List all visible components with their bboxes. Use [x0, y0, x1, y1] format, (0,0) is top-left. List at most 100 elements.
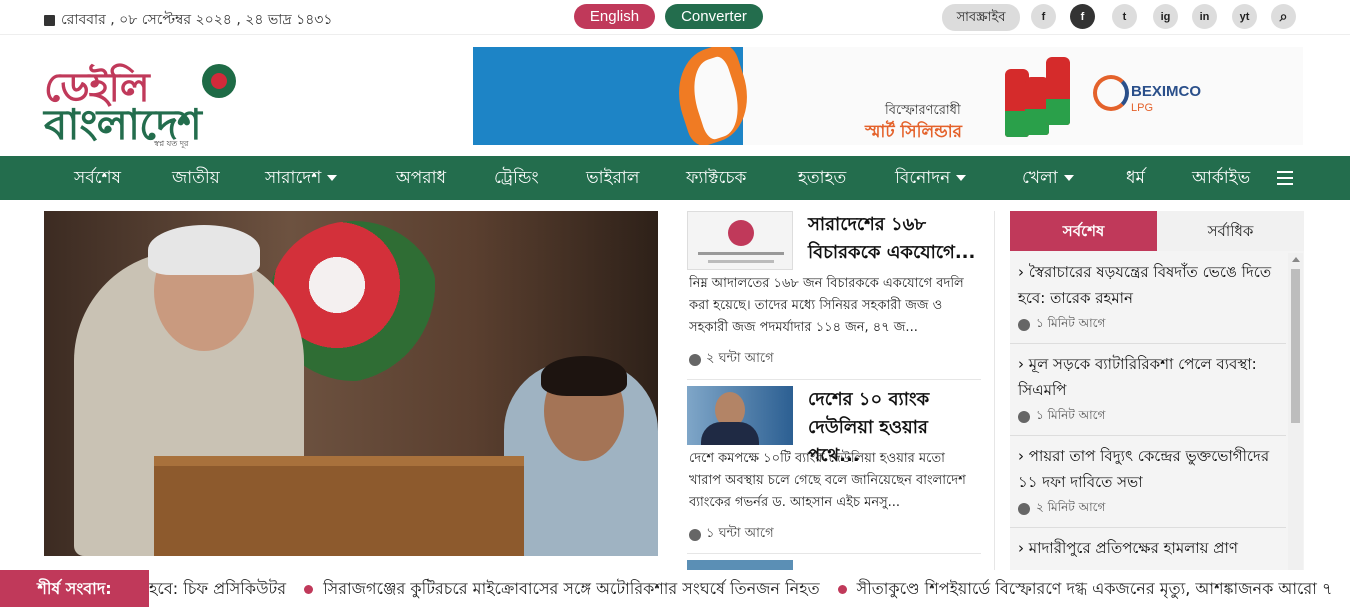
- person-body: [701, 422, 759, 445]
- subscribe-button[interactable]: সাবস্ক্রাইব: [942, 4, 1020, 31]
- headline-ticker: হবে: চিফ প্রসিকিউটর সিরাজগঞ্জের কুটিরচরে …: [0, 570, 1350, 607]
- nav-item-sports[interactable]: খেলা: [1022, 156, 1074, 200]
- nav-label: হতাহত: [798, 168, 847, 188]
- calendar-icon: [44, 14, 55, 26]
- ticker-label: শীর্ষ সংবাদ:: [0, 570, 149, 607]
- ad-brand: BEXIMCO: [1131, 83, 1202, 100]
- speaker-hair: [148, 225, 260, 275]
- ticker-track: হবে: চিফ প্রসিকিউটর সিরাজগঞ্জের কুটিরচরে …: [149, 570, 1332, 607]
- list-item-time: ১ মিনিট আগে: [1018, 407, 1105, 427]
- ad-brand-sub: LPG: [1131, 102, 1154, 114]
- list-item-time: ১ মিনিট আগে: [1018, 315, 1105, 335]
- divider: [687, 379, 981, 380]
- student-hair: [541, 356, 627, 396]
- nav-item-latest[interactable]: সর্বশেষ: [74, 156, 121, 200]
- thumb-line: [708, 260, 774, 263]
- bullet-icon: [837, 584, 847, 594]
- news-time: ১ ঘন্টা আগে: [689, 524, 774, 545]
- nav-item-national[interactable]: জাতীয়: [172, 156, 220, 200]
- clock-icon: [689, 528, 701, 541]
- chevron-down-icon: [956, 175, 967, 181]
- news-thumbnail[interactable]: [687, 211, 793, 270]
- youtube-icon[interactable]: yt: [1232, 4, 1257, 29]
- news-title[interactable]: সারাদেশের ১৬৮ বিচারককে একযোগে...: [808, 211, 983, 267]
- clock-icon: [1018, 411, 1030, 423]
- nav-label: ফ্যাক্টচেক: [686, 168, 747, 188]
- ticker-item[interactable]: হবে: চিফ প্রসিকিউটর: [149, 579, 286, 598]
- chevron-down-icon: [327, 175, 338, 181]
- facebook-icon[interactable]: f: [1070, 4, 1095, 29]
- nav-label: ধর্ম: [1126, 168, 1145, 188]
- column-divider: [994, 211, 995, 607]
- news-excerpt: নিম্ন আদালতের ১৬৮ জন বিচারককে একযোগে বদল…: [689, 276, 964, 335]
- sidebar-tabs: সর্বশেষ সর্বাধিক: [1010, 211, 1304, 251]
- title-text: স্বৈরাচারের ষড়যন্ত্রের বিষদাঁত ভেঙে দিত…: [1018, 263, 1272, 307]
- clock-icon: [1018, 319, 1030, 331]
- time-text: ১ মিনিট আগে: [1036, 316, 1106, 330]
- nav-label: ভাইরাল: [586, 168, 640, 188]
- news-excerpt: দেশে কমপক্ষে ১০টি ব্যাংক দেউলিয়া হওয়ার…: [689, 451, 966, 510]
- sidebar-list: › স্বৈরাচারের ষড়যন্ত্রের বিষদাঁত ভেঙে দ…: [1010, 251, 1304, 607]
- nav-item-crime[interactable]: অপরাধ: [396, 156, 446, 200]
- tab-latest[interactable]: সর্বশেষ: [1010, 211, 1157, 251]
- divider: [1010, 435, 1286, 436]
- nav-item-entertainment[interactable]: বিনোদন: [895, 156, 967, 200]
- beximco-logo-icon: [1093, 75, 1129, 111]
- top-bar: রোববার , ০৮ সেপ্টেম্বর ২০২৪ , ২৪ ভাদ্র ১…: [0, 0, 1350, 35]
- list-item-title[interactable]: › পায়রা তাপ বিদ্যুৎ কেন্দ্রের ভুক্তভোগী…: [1018, 443, 1278, 495]
- logo-text-line2: বাংলাদেশ: [44, 100, 202, 149]
- ticker-item[interactable]: সীতাকুণ্ডে শিপইয়ার্ডে বিস্ফোরণে দগ্ধ এক…: [857, 579, 1333, 598]
- nav-item-trending[interactable]: ট্রেন্ডিং: [494, 156, 539, 200]
- clock-icon: [1018, 503, 1030, 515]
- list-item-time: ২ মিনিট আগে: [1018, 499, 1105, 519]
- time-text: ২ ঘন্টা আগে: [706, 351, 774, 366]
- nav-label: আর্কাইভ: [1192, 168, 1251, 188]
- menu-icon[interactable]: [1277, 171, 1293, 185]
- time-text: ২ মিনিট আগে: [1036, 500, 1106, 514]
- news-time: ২ ঘন্টা আগে: [689, 349, 774, 370]
- linkedin-icon[interactable]: in: [1192, 4, 1217, 29]
- divider: [1010, 343, 1286, 344]
- nav-item-religion[interactable]: ধর্ম: [1126, 156, 1145, 200]
- list-item-title[interactable]: › মূল সড়কে ব্যাটারিরিকশা পেলে ব্যবস্থা:…: [1018, 351, 1278, 403]
- date-display: রোববার , ০৮ সেপ্টেম্বর ২০২৪ , ২৪ ভাদ্র ১…: [44, 8, 332, 32]
- hero-image[interactable]: [44, 211, 658, 556]
- site-logo[interactable]: ডেইলি বাংলাদেশ স্বপ্ন যত দূর: [44, 56, 294, 149]
- main-nav: সর্বশেষ জাতীয় সারাদেশ অপরাধ ট্রেন্ডিং ভ…: [0, 156, 1350, 200]
- nav-label: বিনোদন: [895, 168, 951, 188]
- time-text: ১ ঘন্টা আগে: [706, 526, 774, 541]
- instagram-icon[interactable]: ig: [1153, 4, 1178, 29]
- ad-banner[interactable]: বিস্ফোরণরোধী স্মার্ট সিলিন্ডার BEXIMCO L…: [473, 47, 1303, 145]
- news-thumbnail[interactable]: [687, 386, 793, 445]
- ticker-item[interactable]: সিরাজগঞ্জের কুটিরচরে মাইক্রোবাসের সঙ্গে …: [323, 579, 820, 598]
- nav-label: ট্রেন্ডিং: [494, 168, 539, 188]
- facebook-icon[interactable]: f: [1031, 4, 1056, 29]
- tab-most-read[interactable]: সর্বাধিক: [1157, 211, 1304, 251]
- sidebar-scrollbar[interactable]: [1288, 253, 1303, 607]
- nav-item-factcheck[interactable]: ফ্যাক্টচেক: [686, 156, 746, 200]
- nav-label: অপরাধ: [396, 168, 447, 188]
- converter-button[interactable]: Converter: [665, 4, 763, 29]
- english-button[interactable]: English: [574, 4, 655, 29]
- emblem-icon: [728, 220, 754, 246]
- title-text: মাদারীপুরে প্রতিপক্ষের হামলায় প্রাণ: [1028, 539, 1238, 557]
- divider: [1010, 527, 1286, 528]
- scrollbar-thumb[interactable]: [1291, 269, 1300, 423]
- chevron-down-icon: [1063, 175, 1074, 181]
- cylinder-image: [1046, 57, 1070, 125]
- time-text: ১ মিনিট আগে: [1036, 408, 1106, 422]
- nav-item-country[interactable]: সারাদেশ: [265, 156, 338, 200]
- nav-label: খেলা: [1022, 168, 1058, 188]
- search-icon[interactable]: ⌕: [1271, 4, 1296, 29]
- nav-label: জাতীয়: [172, 168, 220, 188]
- nav-item-archive[interactable]: আর্কাইভ: [1192, 156, 1250, 200]
- nav-item-viral[interactable]: ভাইরাল: [586, 156, 639, 200]
- list-item-title[interactable]: › স্বৈরাচারের ষড়যন্ত্রের বিষদাঁত ভেঙে দ…: [1018, 259, 1278, 311]
- nav-item-casualty[interactable]: হতাহত: [798, 156, 846, 200]
- title-text: মূল সড়কে ব্যাটারিরিকশা পেলে ব্যবস্থা: স…: [1018, 355, 1257, 399]
- podium: [154, 456, 524, 556]
- twitter-icon[interactable]: t: [1112, 4, 1137, 29]
- nav-label: সর্বশেষ: [74, 168, 121, 188]
- list-item-title[interactable]: › মাদারীপুরে প্রতিপক্ষের হামলায় প্রাণ: [1018, 535, 1278, 561]
- scroll-up-icon[interactable]: [1292, 257, 1300, 262]
